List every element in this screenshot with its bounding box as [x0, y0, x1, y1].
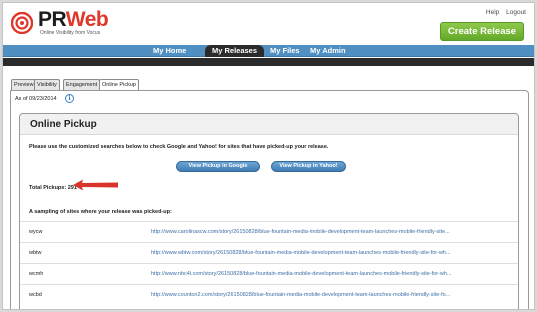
online-pickup-box: Online Pickup Please use the customized …	[19, 113, 519, 309]
info-circle-icon[interactable]: i	[65, 94, 74, 103]
logo-tagline: Online Visibility from Vocus	[40, 30, 101, 36]
logout-link[interactable]: Logout	[506, 9, 526, 16]
site-url-link[interactable]: http://www.counton2.com/story/26150828/b…	[151, 292, 450, 298]
logo-pr: PR	[38, 8, 66, 31]
view-pickup-yahoo-button[interactable]: View Pickup in Yahoo!	[271, 161, 346, 172]
tab-preview[interactable]: Preview	[11, 79, 37, 90]
site-url-link[interactable]: http://www.carolinascw.com/story/2615082…	[151, 229, 450, 235]
prweb-logo[interactable]: PRWeb Online Visibility from Vocus	[11, 9, 151, 39]
tab-content-panel: As of 09/23/2014 i Online Pickup Please …	[10, 90, 529, 309]
site-url-link[interactable]: http://www.nbc4i.com/story/26150828/blue…	[151, 271, 452, 277]
site-url-link[interactable]: http://www.wbtw.com/story/26150828/blue-…	[151, 250, 451, 256]
nav-my-releases[interactable]: My Releases	[205, 45, 265, 57]
sampling-label: A sampling of sites where your release w…	[29, 209, 172, 215]
online-pickup-title: Online Pickup	[30, 119, 97, 130]
help-link[interactable]: Help	[486, 9, 499, 16]
site-call-sign: wbtw	[29, 250, 42, 256]
site-header: PRWeb Online Visibility from Vocus Help …	[3, 3, 534, 45]
tab-engagement[interactable]: Engagement	[63, 79, 101, 90]
view-pickup-google-button[interactable]: View Pickup in Google	[176, 161, 260, 172]
top-links: Help Logout	[481, 9, 526, 16]
nav-my-admin[interactable]: My Admin	[310, 45, 346, 57]
online-pickup-header: Online Pickup	[20, 114, 518, 135]
logo-web: Web	[65, 8, 109, 31]
table-row: wbtw http://www.wbtw.com/story/26150828/…	[20, 242, 518, 263]
prweb-target-logo-icon	[11, 12, 33, 34]
browser-frame: PRWeb Online Visibility from Vocus Help …	[2, 2, 535, 310]
nav-subbar	[3, 58, 534, 66]
table-row: wycw http://www.carolinascw.com/story/26…	[20, 221, 518, 242]
pickup-description: Please use the customized searches below…	[29, 144, 329, 150]
nav-my-files[interactable]: My Files	[270, 45, 300, 57]
logo-wordmark: PRWeb	[38, 8, 109, 31]
table-row: wcbd http://www.counton2.com/story/26150…	[20, 284, 518, 305]
tab-visibility[interactable]: Visibility	[34, 79, 60, 90]
pickup-sites-table: wycw http://www.carolinascw.com/story/26…	[20, 221, 518, 305]
create-release-button[interactable]: Create Release	[440, 22, 524, 41]
site-call-sign: wcbd	[29, 292, 42, 298]
as-of-date: As of 09/23/2014	[15, 96, 57, 102]
main-nav: My Home My Releases My Files My Admin	[3, 45, 534, 57]
red-arrow-left-icon	[73, 179, 118, 191]
nav-my-home[interactable]: My Home	[153, 45, 186, 57]
table-row: wcmh http://www.nbc4i.com/story/26150828…	[20, 263, 518, 284]
site-call-sign: wycw	[29, 229, 43, 235]
site-call-sign: wcmh	[29, 271, 44, 277]
total-pickups: Total Pickups: 291	[29, 185, 77, 191]
